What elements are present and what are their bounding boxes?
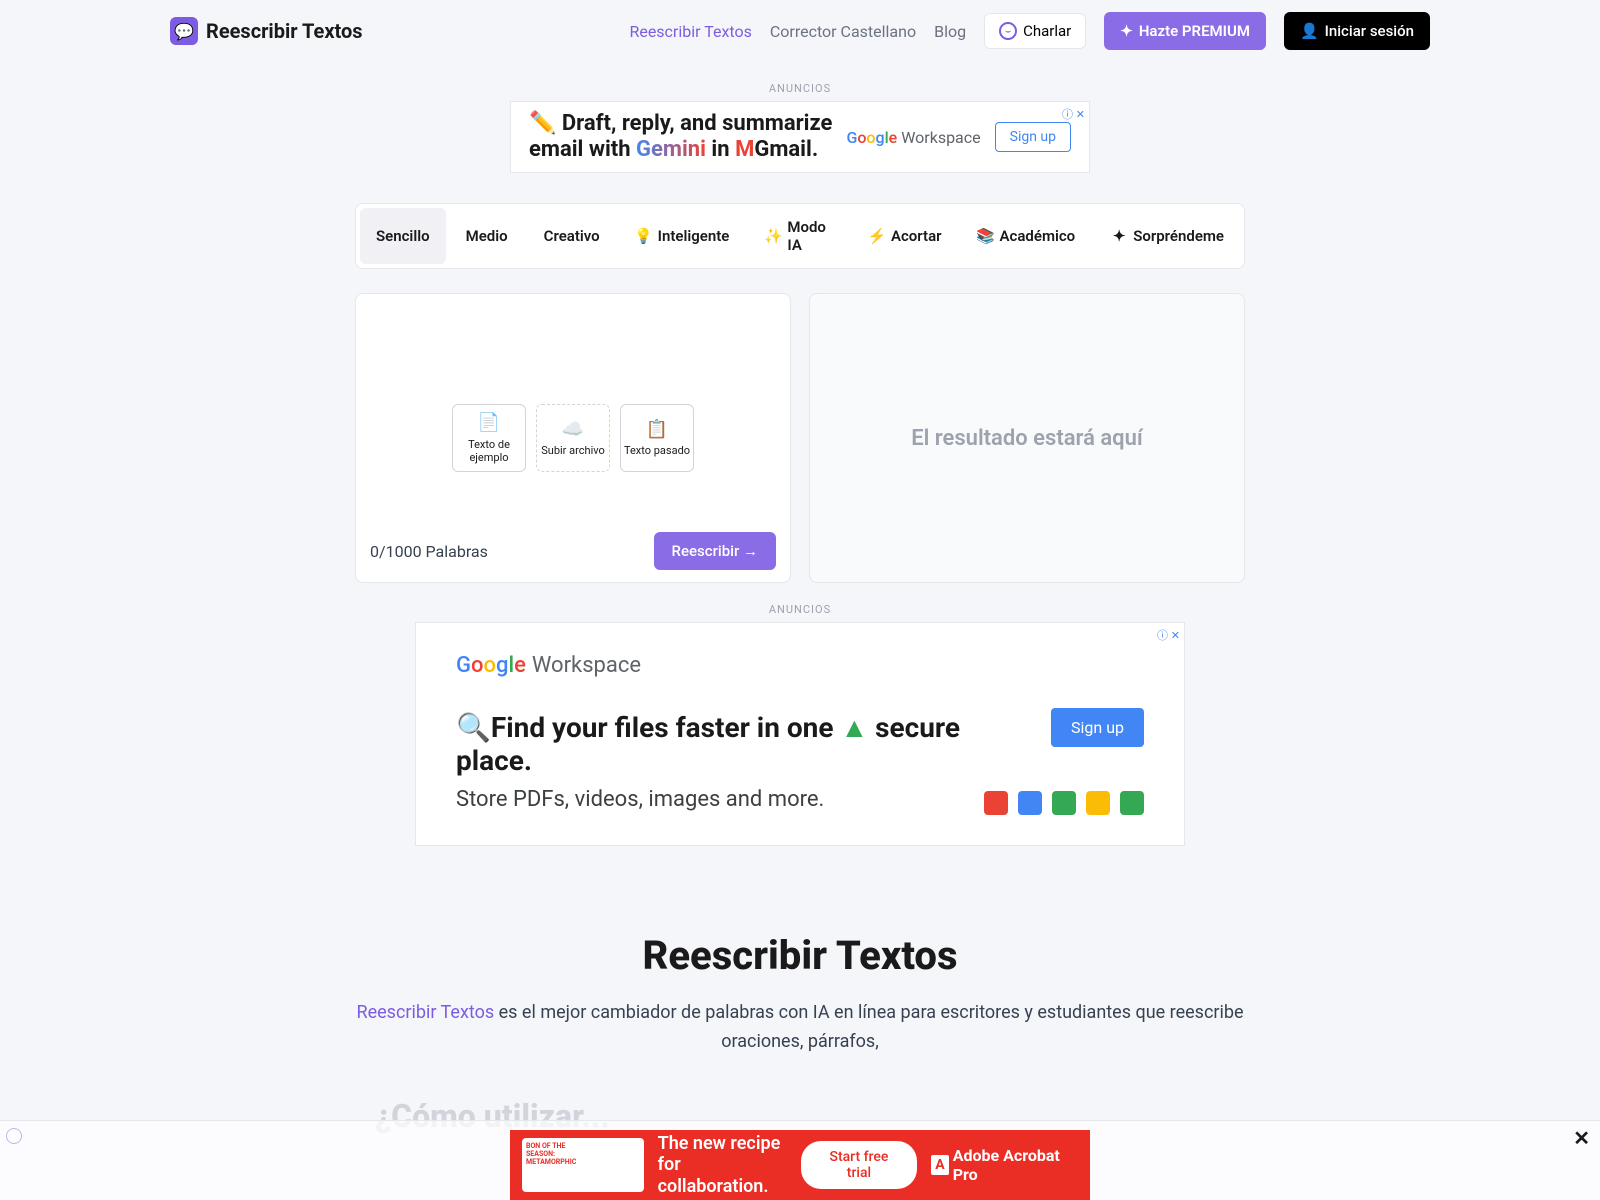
avatar-circle-icon[interactable] <box>6 1128 22 1144</box>
upload-icon: ☁️ <box>562 419 584 441</box>
calendar-icon <box>1018 791 1042 815</box>
chat-button[interactable]: ⌣ Charlar <box>984 13 1086 49</box>
user-icon: 👤 <box>1300 22 1319 40</box>
word-count: 0/1000 Palabras <box>370 542 488 561</box>
output-panel: El resultado estará aquí <box>809 293 1245 583</box>
editor-footer: 0/1000 Palabras Reescribir → <box>356 520 790 582</box>
content-title: Reescribir Textos <box>355 932 1245 979</box>
ad-large[interactable]: ⓘ ✕ Google Workspace 🔍Find your files fa… <box>415 622 1185 846</box>
document-icon: 📄 <box>478 412 500 434</box>
main-nav: Reescribir Textos Corrector Castellano B… <box>629 12 1430 50</box>
bulb-icon: 💡 <box>636 228 652 244</box>
login-button[interactable]: 👤 Iniciar sesión <box>1284 12 1430 50</box>
close-ad-button[interactable]: ✕ <box>1573 1126 1590 1150</box>
nav-reescribir[interactable]: Reescribir Textos <box>629 22 751 41</box>
ad-label-mid: ANUNCIOS <box>355 603 1245 616</box>
ad-banner-right: Google Google Workspace Workspace Sign u… <box>846 122 1071 152</box>
chat-icon: ⌣ <box>999 22 1017 40</box>
ad-line2: email with Gemini in MGmail. <box>529 137 832 163</box>
login-label: Iniciar sesión <box>1325 22 1414 40</box>
ai-icon: ✨ <box>765 228 781 244</box>
bottom-ad-banner[interactable]: BON OF THE SEASON: METAMORPHIC The new r… <box>510 1130 1090 1200</box>
tab-acortar[interactable]: ⚡Acortar <box>853 208 958 264</box>
drive-icon <box>1052 791 1076 815</box>
ad-workspace: Google Google Workspace Workspace <box>846 128 980 147</box>
ad-banner-top[interactable]: ✏️ Draft, reply, and summarize email wit… <box>510 101 1090 173</box>
adobe-logo: A Adobe Acrobat Pro <box>931 1146 1078 1184</box>
main-container: ANUNCIOS ✏️ Draft, reply, and summarize … <box>335 62 1265 872</box>
paste-icon: 📋 <box>646 419 668 441</box>
sample-text-button[interactable]: 📄 Texto de ejemplo <box>452 404 526 472</box>
logo-icon: 💬 <box>170 17 198 45</box>
bottom-ad-preview: BON OF THE SEASON: METAMORPHIC <box>522 1138 644 1192</box>
ad-close-icon[interactable]: ⓘ ✕ <box>1157 627 1180 643</box>
editor-area: 📄 Texto de ejemplo ☁️ Subir archivo 📋 Te… <box>355 293 1245 583</box>
bottom-ad-cta[interactable]: Start free trial <box>801 1141 918 1189</box>
content-section: Reescribir Textos Reescribir Textos es e… <box>335 932 1265 1135</box>
meet-icon <box>1120 791 1144 815</box>
paste-text-button[interactable]: 📋 Texto pasado <box>620 404 694 472</box>
header: 💬 Reescribir Textos Reescribir Textos Co… <box>0 0 1600 62</box>
ad-line1: ✏️ Draft, reply, and summarize <box>529 111 832 137</box>
sparkle-icon: ✦ <box>1120 22 1133 40</box>
book-icon: 📚 <box>978 228 994 244</box>
docs-icon <box>1086 791 1110 815</box>
content-text: Reescribir Textos es el mejor cambiador … <box>355 999 1245 1057</box>
ad-close-icon[interactable]: ⓘ ✕ <box>1062 106 1085 122</box>
sparkle-icon: ✦ <box>1111 228 1127 244</box>
tab-academico[interactable]: 📚Académico <box>962 208 1092 264</box>
bottom-ad-text: The new recipe for collaboration. <box>658 1133 787 1198</box>
input-panel[interactable]: 📄 Texto de ejemplo ☁️ Subir archivo 📋 Te… <box>355 293 791 583</box>
ad-large-brand: Google Workspace <box>456 653 1144 678</box>
ad-label-top: ANUNCIOS <box>355 82 1245 95</box>
tab-sencillo[interactable]: Sencillo <box>360 208 446 264</box>
nav-blog[interactable]: Blog <box>934 22 966 41</box>
shorten-icon: ⚡ <box>869 228 885 244</box>
ad-large-body: 🔍Find your files faster in one ▲ secure … <box>456 708 1144 815</box>
nav-corrector[interactable]: Corrector Castellano <box>770 22 916 41</box>
tab-sorprendeme[interactable]: ✦Sorpréndeme <box>1095 208 1240 264</box>
output-placeholder: El resultado estará aquí <box>911 426 1143 451</box>
ad-large-title: 🔍Find your files faster in one ▲ secure … <box>456 711 984 777</box>
input-options: 📄 Texto de ejemplo ☁️ Subir archivo 📋 Te… <box>452 404 694 472</box>
content-link[interactable]: Reescribir Textos <box>356 1002 494 1023</box>
ad-large-subtitle: Store PDFs, videos, images and more. <box>456 787 984 812</box>
tab-inteligente[interactable]: 💡Inteligente <box>620 208 746 264</box>
premium-button[interactable]: ✦ Hazte PREMIUM <box>1104 12 1266 50</box>
brand-name: Reescribir Textos <box>206 19 363 43</box>
ad-large-signup[interactable]: Sign up <box>1051 708 1144 747</box>
gmail-icon <box>984 791 1008 815</box>
upload-file-button[interactable]: ☁️ Subir archivo <box>536 404 610 472</box>
tab-modo-ia[interactable]: ✨Modo IA <box>749 208 849 264</box>
ad-app-icons <box>984 791 1144 815</box>
brand-logo[interactable]: 💬 Reescribir Textos <box>170 17 363 45</box>
tab-medio[interactable]: Medio <box>450 208 524 264</box>
premium-label: Hazte PREMIUM <box>1139 22 1250 40</box>
rewrite-button[interactable]: Reescribir → <box>654 532 776 570</box>
ad-signup-button[interactable]: Sign up <box>995 122 1071 152</box>
chat-label: Charlar <box>1023 22 1071 40</box>
mode-tabs: Sencillo Medio Creativo 💡Inteligente ✨Mo… <box>355 203 1245 269</box>
ad-banner-text: ✏️ Draft, reply, and summarize email wit… <box>529 111 832 164</box>
tab-creativo[interactable]: Creativo <box>528 208 616 264</box>
